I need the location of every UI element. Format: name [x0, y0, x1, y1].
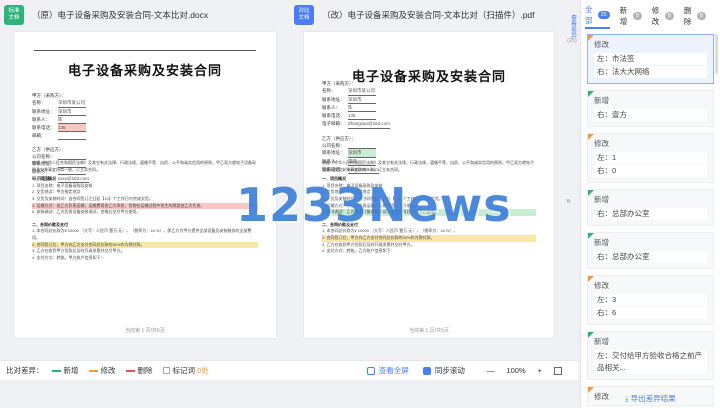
diff-filter-tabs: 全部 25 新增 9 修改 8 删除 8 [585, 5, 716, 29]
diff-item[interactable]: 新增 左：交付给甲方验收合格之前产品相关... [587, 331, 714, 380]
checkbox-checked-icon [422, 366, 431, 375]
party-a-label: 甲方（采购方）： [322, 81, 356, 86]
intro-paragraph: 依据《中华人民共和国民法典》及其它有关法律、行政法规，遵循平等、自愿、公平和诚实… [322, 160, 534, 172]
zoom-control: — 100% + [481, 366, 568, 375]
diff-item[interactable]: 新增 右：总部办公室 [587, 232, 714, 269]
diff-list: 修改 左：市法签 右：法大大网络 新增 右：壹方 修改 左：1 右：0 新增 右：总部办公室… [587, 34, 714, 408]
document-compare-area: 标准 文档 （原）电子设备采购及安装合同-文本比对.docx 电子设备采购及安装… [0, 0, 578, 352]
diff-legend-label: 比对差异： [6, 366, 44, 375]
list-item: 3. 交货及安装时间：自合同签订之日起【10】个工作日内完成交货。 [322, 195, 443, 201]
zoom-out-button[interactable]: — [487, 366, 495, 375]
field-row: 邮箱： [32, 132, 262, 140]
export-results-button[interactable]: ⤓ 导出差异结果 [581, 393, 720, 404]
left-page[interactable]: 电子设备采购及安装合同 甲方（采购方）： 名称： 深圳市某公司 联系地址： 深圳市 … [14, 32, 276, 338]
view-differences-label: 查看差异 [569, 14, 576, 38]
legend-add: 新增 [51, 365, 79, 376]
diff-item[interactable]: 新增 右：总部办公室 [587, 189, 714, 226]
field-row: 联系人：陈 [322, 104, 552, 113]
left-file-name: （原）电子设备采购及安装合同-文本比对.docx [32, 10, 209, 20]
diff-item[interactable]: 新增 右：壹方 [587, 90, 714, 127]
zoom-in-button[interactable]: + [538, 366, 542, 375]
field-row: 联系电话： 135 [32, 124, 262, 133]
intro-paragraph: 依据《中华人民共和国民法典》及其它有关法律、行政法规，遵循平等、自愿、公平和诚实… [32, 160, 256, 172]
fullscreen-button[interactable]: 查看全屏 [366, 365, 409, 376]
right-body-text: 依据《中华人民共和国民法典》及其它有关法律、行政法规，遵循平等、自愿、公平和诚实… [322, 160, 536, 255]
list-item: 2. 合同签订后，甲方向乙方支付合同总价款的30%作为预付款。 [322, 234, 536, 242]
field-row: 联系地址： 深圳市 [322, 149, 552, 158]
legend-delete: 删除 [125, 365, 153, 376]
compare-doc-icon: 对比 文档 [294, 5, 314, 25]
list-item: 4. 支付方式：转账。甲方账户信息如下： [32, 254, 105, 260]
diff-item[interactable]: 修改 左：市法签 右：法大大网络 [587, 34, 714, 84]
tab-deleted[interactable]: 删除 8 [684, 5, 706, 27]
right-page-number: 当前第 1 页/共5页 [409, 328, 449, 334]
left-document-pane: 标准 文档 （原）电子设备采购及安装合同-文本比对.docx 电子设备采购及安装… [0, 0, 286, 352]
legend-edit: 修改 [88, 365, 116, 376]
party-b-label: 乙方（供应方）： [32, 146, 66, 152]
list-item: 5. 安装调试：乙方负责设备安装调试，合格后交付甲方使用。 [32, 209, 141, 215]
party-a-label: 甲方（采购方）： [32, 93, 66, 98]
right-document-pane: 对比 文档 （改）电子设备采购及安装合同-文本比对（扫描件）.pdf 电子设备采… [290, 0, 578, 352]
keyword-marker-toggle[interactable]: 标记词 0处 [162, 365, 209, 376]
field-row: 电子邮箱： Zhangsan@163.com [322, 120, 552, 129]
field-row: 联系电话： 135 [322, 112, 552, 121]
fullscreen-icon [366, 366, 375, 375]
sync-scroll-toggle[interactable]: 同步滚动 [422, 365, 465, 376]
list-item: 2. 交货地点：甲方指定地点 [32, 189, 81, 195]
left-doc-title: 电子设备采购及安装合同 [67, 64, 222, 79]
section-heading: 一、项目概况 [32, 176, 56, 182]
diff-item[interactable]: 修改 左：3 右：6 [587, 275, 714, 325]
differences-count: (25) [567, 38, 577, 44]
diff-item[interactable]: 修改 左：1 右：0 [587, 133, 714, 183]
list-item: 3. 交货及安装时间：自合同签订之日起【10】个工作日内完成交货。 [32, 195, 153, 201]
right-file-name: （改）电子设备采购及安装合同-文本比对（扫描件）.pdf [322, 10, 535, 20]
side-panel-scrollbar[interactable] [715, 34, 718, 74]
field-row: 名称： 深圳市某公司 [322, 87, 552, 96]
field-row: 联系地址： 深圳市 [32, 108, 262, 116]
standard-doc-icon: 标准 文档 [4, 5, 24, 25]
bottom-toolbar: 比对差异： 新增 修改 删除 标记词 0处 查看全屏 同步滚动 — 100% + [0, 360, 578, 380]
page-top-rule [34, 50, 256, 51]
expand-panel-icon[interactable]: » [566, 196, 570, 205]
field-row: 名称： 深圳市某公司 [32, 99, 262, 108]
list-item: 4. 支付方式：转账。乙方账户信息如下： [322, 248, 395, 254]
differences-side-panel: 全部 25 新增 9 修改 8 删除 8 修改 左：市法签 右：法大大网络 新增 右：壹方 修… [580, 0, 720, 408]
list-item: 1. 本合同总价款为¥ 10000 （大写：人民币 壹万 元），（税率为：16 … [322, 228, 458, 234]
left-pane-header: 标准 文档 （原）电子设备采购及安装合同-文本比对.docx [4, 4, 282, 26]
left-page-number: 当前第 1 页/共5页 [125, 328, 165, 334]
list-item: 5. 安装调试：乙方负责设备安装调试，验收合格后交付甲方使用。 [322, 209, 536, 216]
field-row: 联系地址： 深圳市 [322, 96, 552, 104]
party-b-label: 乙方（供应方）： [322, 135, 356, 141]
right-page[interactable]: 电子设备采购及安装合同 甲方（采购方）： 名称： 深圳市某公司 联系地址： 深圳市 … [304, 32, 554, 338]
fit-page-icon[interactable] [554, 366, 562, 375]
tab-added[interactable]: 新增 9 [620, 5, 642, 27]
tab-modified[interactable]: 修改 8 [652, 5, 674, 27]
list-item: 1. 本合同总价款为¥ 10000 （大写：人民币 壹万 元），（税率为：16 … [32, 228, 252, 240]
list-item: 3. 乙方在收到甲方货款后及时开具发票并交付甲方。 [32, 248, 125, 254]
right-pane-header: 对比 文档 （改）电子设备采购及安装合同-文本比对（扫描件）.pdf [294, 4, 574, 26]
left-body-text: 依据《中华人民共和国民法典》及其它有关法律、行政法规，遵循平等、自愿、公平和诚实… [32, 160, 258, 261]
field-row: 公司名称： [322, 142, 552, 150]
list-item: 2. 交货地点：甲方指定地点 [322, 189, 371, 195]
checkbox-icon[interactable] [162, 367, 170, 374]
section-heading: 一、项目概况 [322, 176, 346, 182]
field-row: 联系人：陈 [32, 116, 262, 125]
tab-all[interactable]: 全部 25 [585, 4, 610, 29]
zoom-value: 100% [506, 366, 526, 375]
view-differences-tab[interactable]: 查看差异 (25) [566, 14, 578, 45]
